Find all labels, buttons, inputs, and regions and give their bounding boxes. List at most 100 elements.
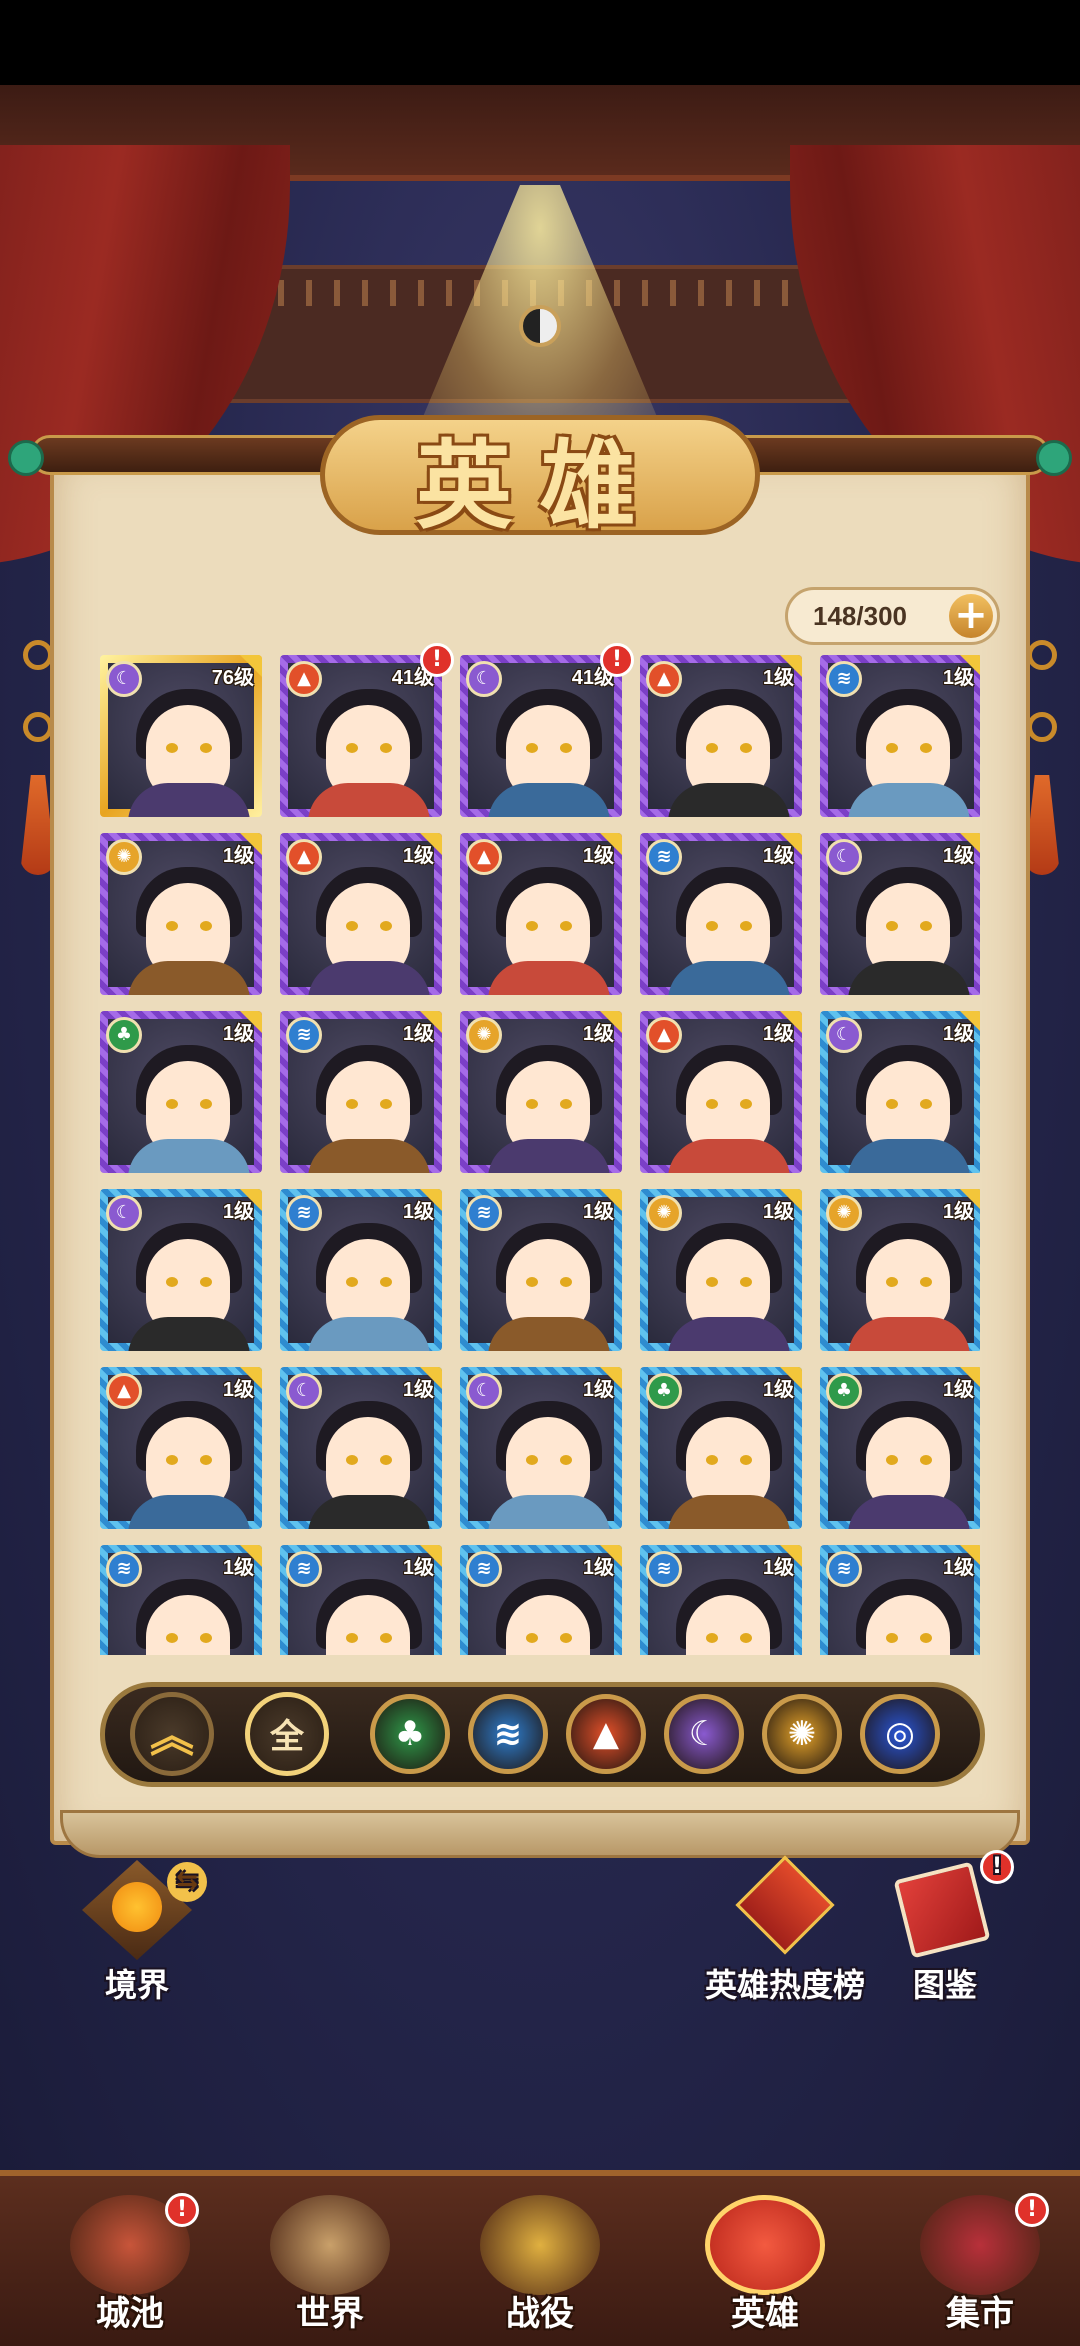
hero-robe xyxy=(308,783,430,817)
world-icon xyxy=(270,2195,390,2295)
nav-item-1[interactable]: 世界 xyxy=(255,2195,405,2335)
add-capacity-button[interactable]: + xyxy=(949,594,993,638)
hero-card[interactable]: ✺ 1级 xyxy=(100,833,262,995)
hero-card[interactable]: ☾ 1级 xyxy=(100,1189,262,1351)
hero-robe xyxy=(308,1317,430,1351)
hero-eye xyxy=(560,1277,572,1287)
hero-level: 1级 xyxy=(402,1023,434,1045)
nav-label: 世界 xyxy=(296,2294,364,2334)
hero-eye xyxy=(740,1633,752,1643)
hero-card[interactable]: ☾ 1级 xyxy=(820,833,980,995)
hero-card[interactable]: ▲ 1级 xyxy=(460,833,622,995)
leaf-icon: ♣ xyxy=(826,1373,862,1409)
hero-card[interactable]: ☾ 1级 xyxy=(280,1367,442,1529)
hero-eye xyxy=(706,1277,718,1287)
hero-ranking-button[interactable]: 英雄热度榜 xyxy=(700,1855,870,2004)
hero-eye xyxy=(706,921,718,931)
hero-card[interactable]: ▲ 1级 xyxy=(640,655,802,817)
hero-level: 1级 xyxy=(942,845,974,867)
ranking-emblem-icon xyxy=(735,1855,835,1955)
moon-icon: ☾ xyxy=(106,1195,142,1231)
hero-robe xyxy=(488,1317,610,1351)
filter-sun-button[interactable]: ✺ xyxy=(762,1694,842,1774)
filter-fire-button[interactable]: ▲ xyxy=(566,1694,646,1774)
hero-eye xyxy=(380,1633,392,1643)
hero-card[interactable]: ▲ 1级 xyxy=(100,1367,262,1529)
hero-level: 1级 xyxy=(762,667,794,689)
hero-card[interactable]: ✺ 1级 xyxy=(820,1189,980,1351)
scroll-knob-left xyxy=(8,440,44,476)
hero-card[interactable]: ✺ 1级 xyxy=(640,1189,802,1351)
hero-card[interactable]: ≋ 1级 xyxy=(460,1545,622,1655)
hero-eye xyxy=(920,921,932,931)
hero-card[interactable]: ✺ 1级 xyxy=(460,1011,622,1173)
hero-level: 1级 xyxy=(942,667,974,689)
realm-button[interactable]: ⇆ 境界 xyxy=(62,1860,212,2004)
wave-icon: ≋ xyxy=(493,1714,523,1754)
wave-icon: ≋ xyxy=(106,1551,142,1587)
hero-eye xyxy=(380,1277,392,1287)
hero-level: 1级 xyxy=(222,1023,254,1045)
hero-count: 148/300 xyxy=(813,601,907,631)
hero-eye xyxy=(886,1455,898,1465)
hero-card[interactable]: ☾ 41级 xyxy=(460,655,622,817)
hero-card[interactable]: ♣ 1级 xyxy=(820,1367,980,1529)
hero-card[interactable]: ≋ 1级 xyxy=(820,655,980,817)
nav-label: 城池 xyxy=(96,2294,164,2334)
hero-level: 1级 xyxy=(582,845,614,867)
hero-level: 1级 xyxy=(942,1023,974,1045)
hero-card[interactable]: ≋ 1级 xyxy=(100,1545,262,1655)
codex-button[interactable]: ! 图鉴 xyxy=(880,1850,1014,2004)
hero-card[interactable]: ≋ 1级 xyxy=(460,1189,622,1351)
hero-level: 1级 xyxy=(402,1201,434,1223)
nav-item-3[interactable]: 英雄 xyxy=(690,2195,840,2335)
flame-icon: ▲ xyxy=(592,1714,620,1754)
nav-item-4[interactable]: 集市! xyxy=(905,2193,1055,2335)
filter-wood-button[interactable]: ♣ xyxy=(370,1694,450,1774)
hero-card[interactable]: ≋ 1级 xyxy=(280,1189,442,1351)
hero-card[interactable]: ▲ 41级 xyxy=(280,655,442,817)
hero-card[interactable]: ≋ 1级 xyxy=(280,1545,442,1655)
hero-eye xyxy=(560,1455,572,1465)
moon-icon: ☾ xyxy=(106,661,142,697)
nav-item-2[interactable]: 战役 xyxy=(465,2195,615,2335)
hero-card[interactable]: ☾ 1级 xyxy=(820,1011,980,1173)
hero-card[interactable]: ▲ 1级 xyxy=(280,833,442,995)
filter-wind-button[interactable]: ◎ xyxy=(860,1694,940,1774)
leaf-icon: ♣ xyxy=(106,1017,142,1053)
hero-grid[interactable]: ☾ 76级 ▲ 41级 ☾ 41级 ▲ 1级 ≋ 1级 ✺ 1级 ▲ 1级 ▲ … xyxy=(100,655,980,1655)
filter-all-button[interactable]: 全 xyxy=(245,1692,329,1776)
hero-eye xyxy=(166,1099,178,1109)
hero-card[interactable]: ♣ 1级 xyxy=(100,1011,262,1173)
hero-eye xyxy=(526,921,538,931)
hero-level: 1级 xyxy=(762,845,794,867)
filter-water-button[interactable]: ≋ xyxy=(468,1694,548,1774)
wave-icon: ≋ xyxy=(826,661,862,697)
hero-card[interactable]: ♣ 1级 xyxy=(640,1367,802,1529)
hero-card[interactable]: ▲ 1级 xyxy=(640,1011,802,1173)
hero-eye xyxy=(560,743,572,753)
codex-alert-icon: ! xyxy=(980,1850,1014,1884)
wave-icon: ≋ xyxy=(466,1551,502,1587)
hero-card[interactable]: ≋ 1级 xyxy=(820,1545,980,1655)
nav-item-0[interactable]: 城池! xyxy=(55,2193,205,2335)
hero-card[interactable]: ☾ 1级 xyxy=(460,1367,622,1529)
hero-card[interactable]: ☾ 76级 xyxy=(100,655,262,817)
title-plate: 英雄 xyxy=(290,380,790,550)
hero-eye xyxy=(380,1099,392,1109)
hero-eye xyxy=(706,1455,718,1465)
sort-button[interactable]: ︽ xyxy=(130,1692,214,1776)
hero-eye xyxy=(740,743,752,753)
hero-eye xyxy=(886,743,898,753)
hero-card[interactable]: ≋ 1级 xyxy=(280,1011,442,1173)
moon-icon: ☾ xyxy=(688,1714,720,1754)
hero-card[interactable]: ≋ 1级 xyxy=(640,1545,802,1655)
hero-icon xyxy=(705,2195,825,2295)
hero-level: 1级 xyxy=(222,1201,254,1223)
hero-level: 1级 xyxy=(402,845,434,867)
sun-icon: ✺ xyxy=(826,1195,862,1231)
hero-eye xyxy=(920,1277,932,1287)
filter-moon-button[interactable]: ☾ xyxy=(664,1694,744,1774)
hero-card[interactable]: ≋ 1级 xyxy=(640,833,802,995)
hero-eye xyxy=(200,921,212,931)
